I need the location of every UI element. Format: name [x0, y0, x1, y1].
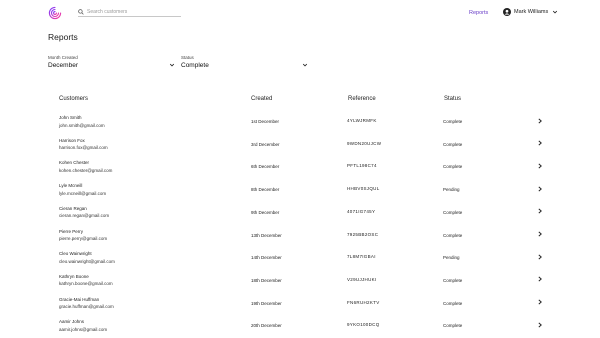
reference-code: 9WDN20UJCW — [347, 140, 382, 146]
status-text: Complete — [443, 164, 463, 170]
customer-email: cleo.wainwright@gmail.com — [59, 258, 115, 264]
month-created-value: December — [48, 62, 78, 69]
customer-email: pierre.perry@gmail.com — [59, 236, 108, 241]
search-icon — [78, 9, 84, 15]
column-header-created: Created — [251, 96, 273, 102]
chevron-right-icon[interactable] — [537, 231, 543, 237]
table-row[interactable]: Cieran Regan cieran.regan@gmail.com 9th De… — [48, 204, 552, 227]
customer-name: Aamir Johns — [59, 319, 85, 325]
reference-code: FN6RUH2KTV — [347, 299, 380, 305]
customer-name: Cleo Wainwright — [59, 251, 92, 257]
customer-email: gracie.huffman@gmail.com — [59, 304, 114, 310]
customer-name: Harrison Fox — [59, 137, 85, 143]
reference-code: 9YKO100DCQ — [347, 322, 380, 328]
status-text: Complete — [443, 141, 463, 147]
reference-code: 4071IG745Y — [347, 208, 376, 214]
chevron-right-icon[interactable] — [537, 163, 543, 169]
customer-email: cieran.regan@gmail.com — [59, 213, 110, 219]
customer-name: Cieran Regan — [59, 205, 87, 211]
chevron-right-icon[interactable] — [537, 208, 543, 214]
customer-email: harrison.fox@gmail.com — [59, 145, 108, 151]
status-text: Complete — [443, 119, 463, 124]
user-name: Mark Williams — [514, 9, 549, 15]
month-created-label: Month Created — [48, 55, 78, 60]
column-header-status: Status — [444, 96, 462, 102]
created-date: 19th December — [251, 300, 282, 306]
page-title: Reports — [48, 32, 78, 42]
user-menu[interactable]: Mark Williams — [503, 8, 558, 16]
table-row[interactable]: Lyle Mcneill lyle.mcneill@gmail.com 8th De… — [48, 181, 552, 204]
chevron-down-icon — [553, 10, 558, 14]
created-date: 20th December — [251, 323, 282, 329]
user-avatar-icon — [503, 8, 511, 16]
customer-email: kohen.chester@gmail.com — [59, 167, 113, 173]
chevron-right-icon[interactable] — [537, 254, 543, 260]
status-text: Complete — [443, 232, 463, 238]
customer-name: Gracie-Mai Huffman — [59, 296, 100, 302]
chevron-right-icon[interactable] — [537, 118, 543, 124]
chevron-right-icon[interactable] — [537, 140, 543, 146]
customer-name: Lyle Mcneill — [59, 183, 83, 189]
table-row[interactable]: Kohen Chester kohen.chester@gmail.com 6th … — [48, 158, 552, 181]
reference-code: V29UJJHUKI — [347, 276, 377, 282]
customer-name: Kohen Chester — [59, 160, 90, 166]
reference-code: 7L8M7IGBAI — [347, 254, 376, 260]
created-date: 3rd December — [251, 141, 280, 147]
chevron-right-icon[interactable] — [537, 276, 543, 282]
customer-name: Kathryn Boone — [59, 273, 89, 279]
customer-email: lyle.mcneill@gmail.com — [59, 190, 107, 196]
month-created-dropdown[interactable]: Month Created December — [48, 55, 175, 71]
reference-code: 4YLWJRMFK — [347, 118, 377, 123]
table-row[interactable]: Kathryn Boone kathryn.boone@gmail.com 18th… — [48, 272, 552, 295]
status-filter-label: Status — [181, 55, 194, 60]
reference-code: HHBV0SJQUL — [347, 186, 380, 192]
created-date: 13th December — [251, 232, 282, 238]
status-text: Complete — [443, 323, 463, 329]
status-text: Pending — [443, 255, 460, 261]
created-date: 1st December — [251, 119, 280, 124]
customer-name: John Smith — [59, 115, 82, 120]
table-row[interactable]: Pierre Perry pierre.perry@gmail.com 13th D… — [48, 227, 552, 250]
column-header-reference: Reference — [348, 96, 376, 102]
table-row[interactable]: Gracie-Mai Huffman gracie.huffman@gmail.c… — [48, 295, 552, 318]
nav-link-reports[interactable]: Reports — [469, 10, 488, 16]
customer-name: Pierre Perry — [59, 228, 84, 234]
status-text: Complete — [443, 300, 463, 306]
chevron-right-icon[interactable] — [537, 322, 543, 328]
search-input[interactable] — [87, 8, 177, 16]
customer-email: john.smith@gmail.com — [59, 122, 105, 128]
chevron-right-icon[interactable] — [537, 299, 543, 305]
customer-email: kathryn.boone@gmail.com — [59, 281, 113, 287]
status-text: Complete — [443, 209, 463, 215]
chevron-down-icon — [169, 63, 175, 67]
reference-code: 7925BB2OSC — [347, 231, 379, 237]
created-date: 8th December — [251, 187, 280, 193]
status-text: Pending — [443, 187, 460, 193]
created-date: 6th December — [251, 164, 280, 170]
table-row[interactable]: Harrison Fox harrison.fox@gmail.com 3rd De… — [48, 136, 552, 159]
created-date: 18th December — [251, 277, 282, 283]
status-filter-value: Complete — [181, 62, 209, 69]
chevron-right-icon[interactable] — [537, 186, 543, 192]
table-row[interactable]: Cleo Wainwright cleo.wainwright@gmail.com… — [48, 249, 552, 272]
created-date: 9th December — [251, 209, 280, 215]
table-row[interactable]: Aamir Johns aamir.johns@gmail.com 20th Dec… — [48, 317, 552, 338]
spiral-logo-icon[interactable] — [48, 6, 62, 20]
status-dropdown[interactable]: Status Complete — [181, 55, 308, 71]
chevron-down-icon — [302, 63, 308, 67]
status-text: Complete — [443, 277, 463, 283]
table-row[interactable]: John Smith john.smith@gmail.com 1st Decemb… — [48, 113, 552, 136]
reference-code: PFTL198C74 — [347, 163, 377, 169]
search-bar[interactable] — [78, 8, 181, 17]
created-date: 14th December — [251, 255, 282, 261]
customer-email: aamir.johns@gmail.com — [59, 326, 108, 332]
column-header-customers: Customers — [59, 96, 89, 102]
